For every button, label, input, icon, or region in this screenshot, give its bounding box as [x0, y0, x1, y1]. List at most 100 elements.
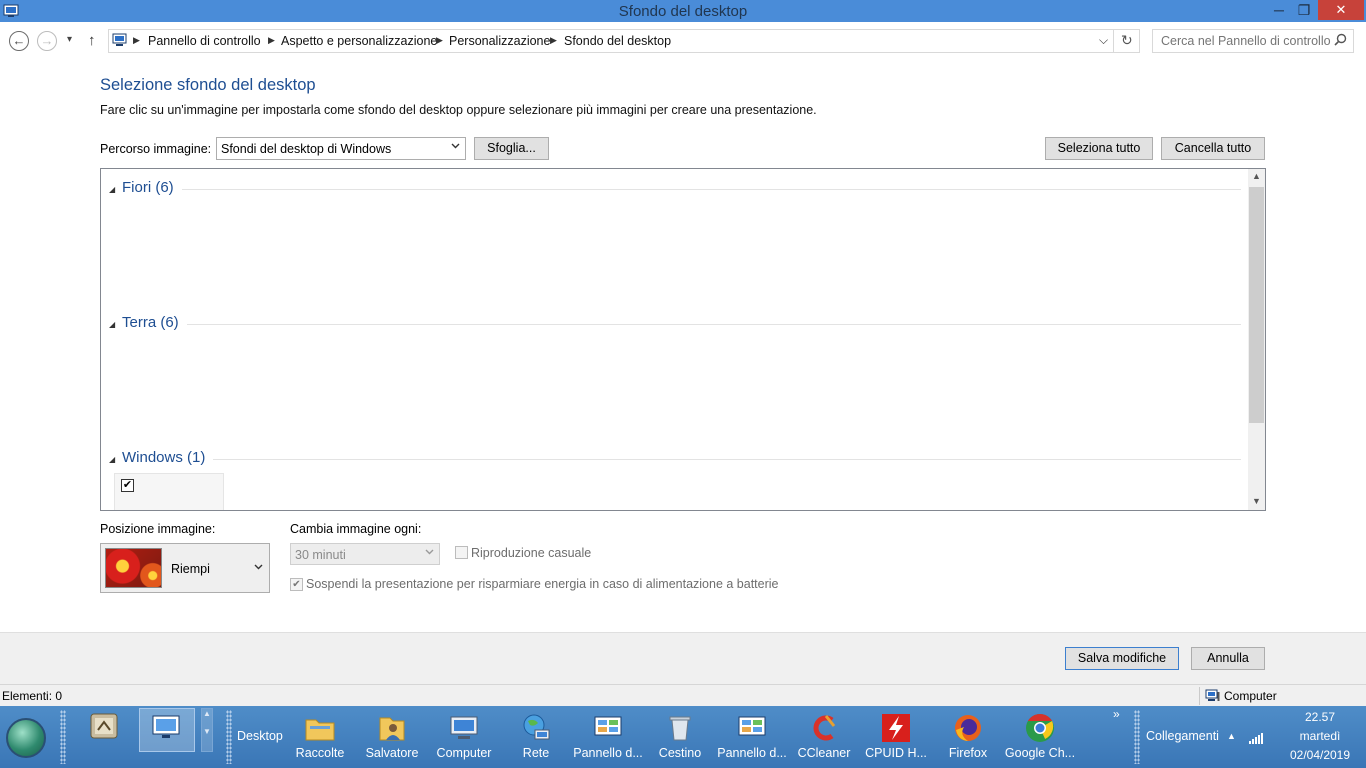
taskbar-item-network[interactable]: Rete — [500, 706, 572, 768]
title-bar: Sfondo del desktop ─ ❐ ✕ — [0, 0, 1366, 22]
status-bar: Elementi: 0 Computer — [0, 684, 1366, 706]
taskbar-grip[interactable] — [226, 710, 232, 764]
group-name: Fiori (6) — [122, 179, 182, 196]
image-location-value: Sfondi del desktop di Windows — [221, 142, 392, 156]
network-signal-icon[interactable] — [1248, 731, 1264, 745]
address-divider — [1113, 30, 1114, 52]
system-clock[interactable]: 22.57 martedì 02/04/2019 — [1274, 708, 1366, 765]
taskbar-item-user[interactable]: Salvatore — [356, 706, 428, 768]
taskbar-overflow-button[interactable]: » — [1113, 707, 1120, 721]
address-bar[interactable]: ▶ Pannello di controllo ▶ Aspetto e pers… — [108, 29, 1140, 53]
breadcrumb-appearance[interactable]: Aspetto e personalizzazione — [281, 34, 437, 48]
group-header-flowers[interactable]: ◢ Fiori (6) — [109, 179, 1241, 199]
vertical-scrollbar[interactable]: ▲ ▼ — [1248, 169, 1265, 510]
page-description: Fare clic su un'immagine per impostarla … — [100, 103, 817, 117]
taskbar-item-label: CPUID H... — [865, 746, 927, 760]
restore-button[interactable]: ❐ — [1290, 0, 1318, 20]
links-toolbar[interactable]: Collegamenti — [1146, 729, 1219, 743]
control-panel-icon — [594, 716, 622, 736]
taskbar-item-control-panel-2[interactable]: Pannello d... — [716, 706, 788, 768]
group-name: Windows (1) — [122, 449, 214, 466]
shuffle-checkbox[interactable] — [455, 546, 468, 559]
dialog-footer: Salva modifiche Annulla — [0, 632, 1366, 684]
image-list[interactable]: ◢ Fiori (6) ◢ Terra (6) ◢ Windows (1) ✔ … — [100, 168, 1266, 511]
group-divider — [122, 189, 1241, 190]
quick-launch-scroll[interactable]: ▲ ▼ — [201, 708, 213, 752]
save-changes-button[interactable]: Salva modifiche — [1065, 647, 1179, 670]
scroll-up-icon[interactable]: ▲ — [1248, 171, 1265, 181]
breadcrumb-personalization[interactable]: Personalizzazione — [449, 34, 550, 48]
item-count: Elementi: 0 — [2, 689, 63, 703]
search-icon[interactable] — [1334, 33, 1347, 46]
scroll-down-icon[interactable]: ▼ — [1248, 496, 1265, 506]
taskbar-item-label: Firefox — [948, 746, 988, 760]
taskbar-item-control-panel-1[interactable]: Pannello d... — [572, 706, 644, 768]
group-header-windows[interactable]: ◢ Windows (1) — [109, 449, 1241, 469]
back-button[interactable]: ← — [9, 31, 29, 51]
page-title: Selezione sfondo del desktop — [100, 76, 316, 94]
forward-button[interactable]: → — [37, 31, 57, 51]
wallpaper-thumbnail[interactable]: ✔ — [114, 473, 224, 510]
breadcrumb-control-panel[interactable]: Pannello di controllo — [148, 34, 261, 48]
collapse-triangle-icon[interactable]: ◢ — [109, 185, 115, 194]
quick-launch-explorer-icon[interactable] — [88, 710, 120, 742]
close-button[interactable]: ✕ — [1318, 0, 1364, 20]
select-all-button[interactable]: Seleziona tutto — [1045, 137, 1153, 160]
desktop-toolbar-label[interactable]: Desktop — [237, 729, 283, 743]
computer-icon — [450, 716, 478, 739]
group-divider — [122, 324, 1241, 325]
battery-pause-checkbox[interactable]: ✔ — [290, 578, 303, 591]
address-dropdown-icon[interactable]: ⌵ — [1099, 33, 1108, 48]
taskbar-item-label: Rete — [522, 746, 550, 760]
position-preview-image — [105, 548, 162, 588]
taskbar-item-ccleaner[interactable]: CCleaner — [788, 706, 860, 768]
collapse-triangle-icon[interactable]: ◢ — [109, 455, 115, 464]
taskbar-item-label: Pannello d... — [717, 746, 787, 760]
taskbar-grip[interactable] — [60, 710, 66, 764]
window-title: Sfondo del desktop — [618, 3, 748, 20]
address-row: ← → ▾ ↑ ▶ Pannello di controllo ▶ Aspett… — [0, 22, 1366, 60]
folder-icon — [305, 719, 335, 741]
taskbar-item-label: CCleaner — [797, 746, 851, 760]
battery-pause-label: Sospendi la presentazione per risparmiar… — [306, 577, 779, 591]
scrollbar-thumb[interactable] — [1249, 187, 1264, 423]
change-interval-label: Cambia immagine ogni: — [290, 522, 422, 536]
taskbar-item-libraries[interactable]: Raccolte — [284, 706, 356, 768]
picture-position-value: Riempi — [171, 562, 210, 576]
status-divider — [1199, 687, 1200, 705]
thumbnail-checkbox[interactable]: ✔ — [121, 479, 134, 492]
recent-locations-button[interactable]: ▾ — [67, 34, 72, 45]
taskbar-grip[interactable] — [1134, 710, 1140, 764]
clock-day: martedì — [1299, 729, 1341, 743]
browse-button[interactable]: Sfoglia... — [474, 137, 549, 160]
taskbar-item-label: Cestino — [658, 746, 702, 760]
control-panel-icon — [112, 33, 127, 46]
image-location-select[interactable]: Sfondi del desktop di Windows — [216, 137, 466, 160]
up-button[interactable]: ↑ — [88, 32, 96, 49]
taskbar-item-computer[interactable]: Computer — [428, 706, 500, 768]
taskbar-item-cpuid[interactable]: CPUID H... — [860, 706, 932, 768]
cancel-button[interactable]: Annulla — [1191, 647, 1265, 670]
collapse-triangle-icon[interactable]: ◢ — [109, 320, 115, 329]
breadcrumb-desktop-background[interactable]: Sfondo del desktop — [564, 34, 671, 48]
quick-launch-control-panel-icon[interactable] — [150, 712, 182, 744]
computer-icon — [1205, 689, 1220, 701]
start-button[interactable] — [6, 718, 46, 758]
chevron-down-icon — [425, 549, 434, 555]
clear-all-button[interactable]: Cancella tutto — [1161, 137, 1265, 160]
group-header-earth[interactable]: ◢ Terra (6) — [109, 314, 1241, 334]
taskbar-item-chrome[interactable]: Google Ch... — [1004, 706, 1076, 768]
minimize-button[interactable]: ─ — [1265, 0, 1293, 20]
change-interval-select[interactable]: 30 minuti — [290, 543, 440, 565]
search-input[interactable] — [1152, 29, 1354, 53]
show-hidden-icons-icon[interactable]: ▲ — [1227, 731, 1236, 741]
picture-position-select[interactable]: Riempi — [100, 543, 270, 593]
taskbar-item-firefox[interactable]: Firefox — [932, 706, 1004, 768]
status-location: Computer — [1224, 689, 1277, 703]
group-divider — [122, 459, 1241, 460]
refresh-icon[interactable]: ↻ — [1121, 32, 1133, 49]
chevron-down-icon — [451, 143, 460, 149]
taskbar-item-recycle-bin[interactable]: Cestino — [644, 706, 716, 768]
clock-date: 02/04/2019 — [1289, 748, 1351, 762]
image-location-label: Percorso immagine: — [100, 142, 212, 156]
